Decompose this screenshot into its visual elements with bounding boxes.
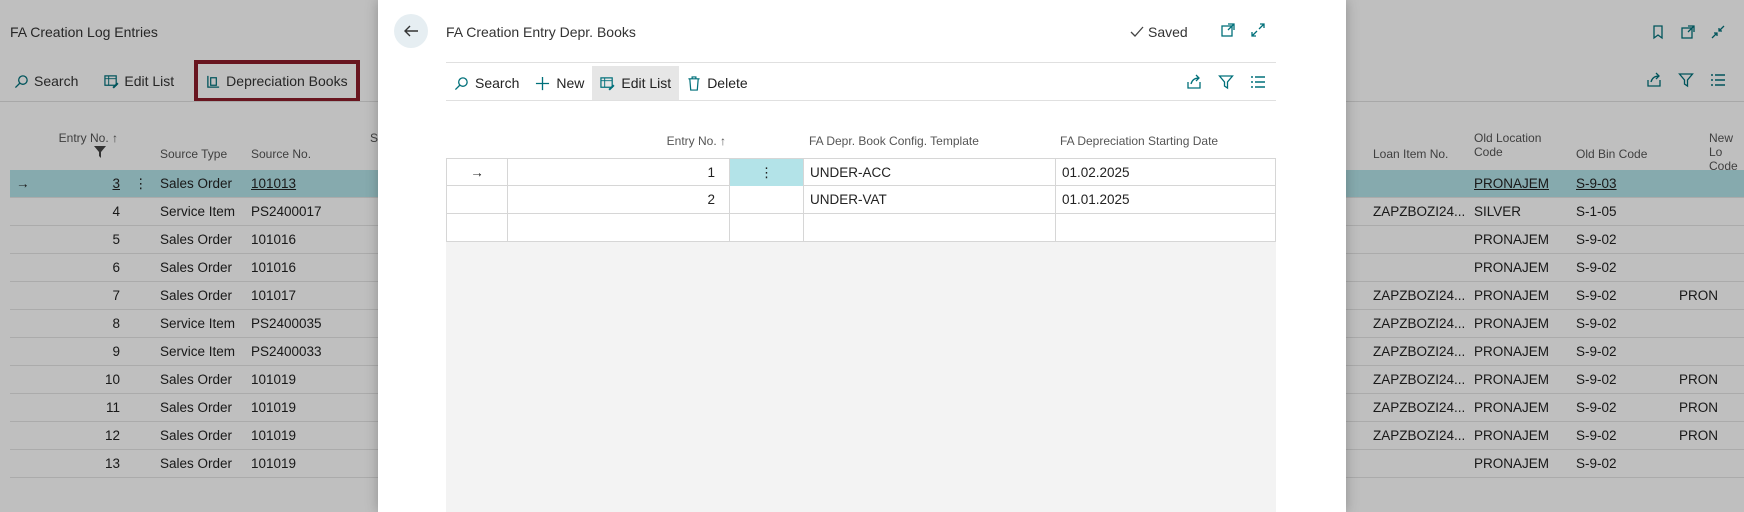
search-icon — [454, 76, 469, 91]
trash-icon — [687, 75, 701, 91]
share-icon[interactable] — [1186, 74, 1202, 90]
dialog-toolbar: Search New Edit List Delete — [446, 66, 756, 100]
grid-row[interactable]: 2 UNDER-VAT 01.01.2025 — [446, 186, 1276, 214]
cell-depr-starting-date[interactable] — [1056, 214, 1275, 241]
cell-entry-no: 1 — [508, 159, 730, 186]
grid-row[interactable]: → 1 ⋮ UNDER-ACC 01.02.2025 — [446, 158, 1276, 186]
depr-books-grid: → 1 ⋮ UNDER-ACC 01.02.2025 2 UNDER-VAT 01.01.20… — [446, 158, 1276, 242]
expand-icon[interactable] — [1250, 22, 1266, 38]
delete-button[interactable]: Delete — [679, 66, 755, 100]
filter-icon[interactable] — [1218, 74, 1234, 90]
edit-list-label: Edit List — [621, 75, 672, 91]
search-label: Search — [475, 75, 520, 91]
delete-label: Delete — [707, 75, 748, 91]
list-view-icon[interactable] — [1250, 74, 1266, 90]
dialog-toolbar-right — [1186, 74, 1266, 90]
row-selector[interactable] — [447, 186, 508, 213]
edit-list-button[interactable]: Edit List — [592, 66, 680, 100]
new-label: New — [556, 75, 585, 91]
dialog-title: FA Creation Entry Depr. Books — [446, 24, 636, 40]
row-selector[interactable] — [447, 214, 508, 241]
row-menu-cell[interactable] — [730, 186, 804, 213]
plus-icon — [535, 76, 550, 91]
arrow-left-icon — [403, 23, 419, 39]
back-button[interactable] — [394, 14, 428, 48]
row-arrow-icon[interactable]: → — [447, 159, 508, 186]
search-button[interactable]: Search — [446, 66, 527, 100]
cell-depr-starting-date[interactable]: 01.01.2025 — [1056, 186, 1275, 213]
dialog-toolbar-divider — [446, 100, 1276, 101]
saved-status: Saved — [1130, 24, 1188, 40]
dialog-divider — [446, 62, 1276, 63]
new-button[interactable]: New — [527, 66, 592, 100]
cell-depr-starting-date[interactable]: 01.02.2025 — [1056, 159, 1275, 186]
open-new-window-icon[interactable] — [1220, 22, 1236, 38]
grid-empty-area — [446, 242, 1276, 512]
saved-label: Saved — [1148, 24, 1188, 40]
cell-entry-no — [508, 214, 730, 241]
row-menu-cell[interactable] — [730, 214, 804, 241]
dialog-header-actions — [1220, 22, 1266, 38]
cell-depr-book-template[interactable]: UNDER-VAT — [804, 186, 1056, 213]
edit-list-icon — [600, 76, 615, 91]
col-depr-starting-date[interactable]: FA Depreciation Starting Date — [1060, 134, 1218, 148]
grid-new-row[interactable] — [446, 214, 1276, 242]
grid-header: Entry No. ↑ FA Depr. Book Config. Templa… — [446, 134, 1276, 156]
col-depr-book-template[interactable]: FA Depr. Book Config. Template — [809, 134, 979, 148]
cell-depr-book-template[interactable] — [804, 214, 1056, 241]
cell-entry-no: 2 — [508, 186, 730, 213]
checkmark-icon — [1130, 25, 1144, 39]
depr-books-dialog: FA Creation Entry Depr. Books Saved Sear… — [378, 0, 1346, 512]
row-menu-icon[interactable]: ⋮ — [730, 159, 804, 186]
col-entry-no[interactable]: Entry No. ↑ — [646, 134, 726, 148]
cell-depr-book-template[interactable]: UNDER-ACC — [804, 159, 1056, 186]
